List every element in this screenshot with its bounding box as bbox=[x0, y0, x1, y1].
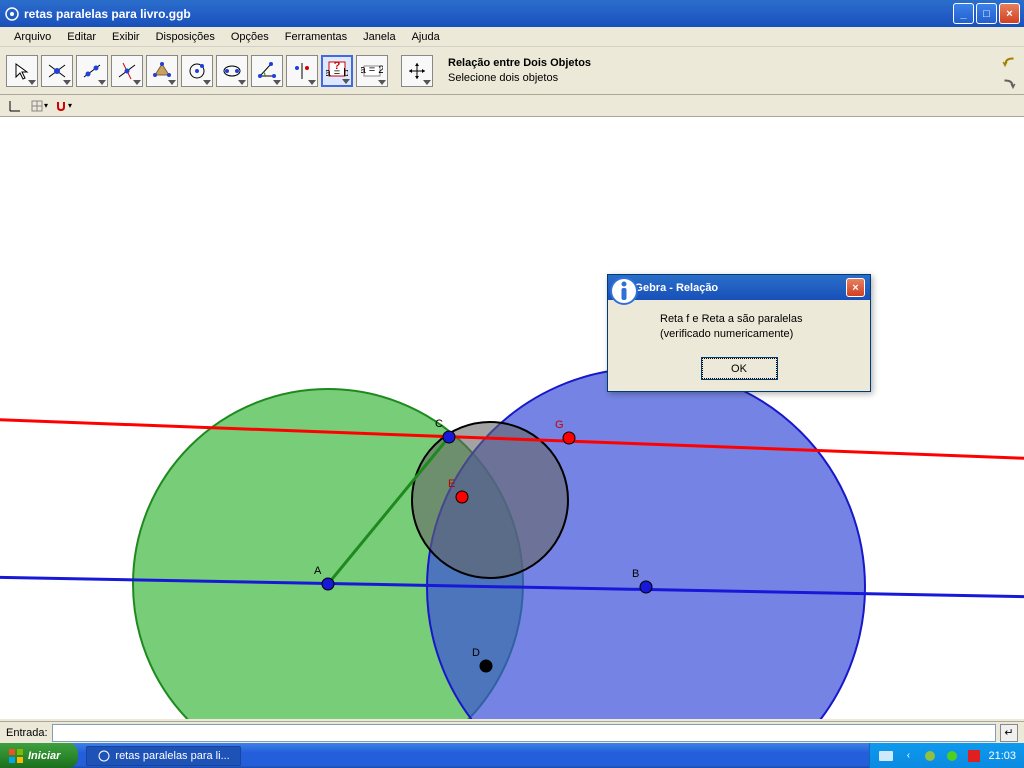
input-label: Entrada: bbox=[6, 727, 48, 739]
magnet-icon[interactable]: ▾ bbox=[54, 97, 72, 115]
dialog-close-button[interactable]: × bbox=[846, 278, 865, 297]
start-button[interactable]: Iniciar bbox=[0, 743, 78, 768]
view-bar: ▾ ▾ bbox=[0, 95, 1024, 117]
redo-icon[interactable] bbox=[1000, 75, 1018, 93]
tool-ellipse[interactable] bbox=[216, 55, 248, 87]
tool-point[interactable] bbox=[41, 55, 73, 87]
tool-move-view[interactable] bbox=[401, 55, 433, 87]
tool-reflect[interactable] bbox=[286, 55, 318, 87]
tool-title: Relação entre Dois Objetos bbox=[448, 56, 591, 70]
tool-slider[interactable]: a = 2 bbox=[356, 55, 388, 87]
point-label-E: E bbox=[448, 478, 455, 490]
menu-bar: Arquivo Editar Exibir Disposições Opções… bbox=[0, 27, 1024, 47]
svg-text:a = b: a = b bbox=[326, 67, 348, 79]
maximize-button[interactable]: □ bbox=[976, 3, 997, 24]
app-icon bbox=[4, 6, 20, 22]
taskbar: Iniciar retas paralelas para li... ‹ 21:… bbox=[0, 743, 1024, 768]
toolbar: ?a = b a = 2 Relação entre Dois Objetos … bbox=[0, 47, 1024, 95]
menu-ferramentas[interactable]: Ferramentas bbox=[277, 29, 355, 45]
tool-relation[interactable]: ?a = b bbox=[321, 55, 353, 87]
menu-arquivo[interactable]: Arquivo bbox=[6, 29, 59, 45]
input-enter-button[interactable]: ↵ bbox=[1000, 724, 1018, 742]
start-label: Iniciar bbox=[28, 750, 60, 762]
tool-description: Relação entre Dois Objetos Selecione doi… bbox=[448, 56, 591, 85]
menu-janela[interactable]: Janela bbox=[355, 29, 403, 45]
menu-ajuda[interactable]: Ajuda bbox=[404, 29, 448, 45]
point-label-B: B bbox=[632, 568, 639, 580]
relation-dialog: GeoGebra - Relação × Reta f e Reta a são… bbox=[607, 274, 871, 392]
ok-button[interactable]: OK bbox=[702, 358, 777, 379]
menu-editar[interactable]: Editar bbox=[59, 29, 104, 45]
menu-opcoes[interactable]: Opções bbox=[223, 29, 277, 45]
tray-msn-icon[interactable] bbox=[922, 748, 938, 764]
svg-text:a = 2: a = 2 bbox=[361, 64, 383, 76]
dialog-line1: Reta f e Reta a são paralelas bbox=[660, 312, 802, 327]
grid-toggle[interactable]: ▾ bbox=[30, 97, 48, 115]
input-bar: Entrada: ↵ bbox=[0, 721, 1024, 743]
minimize-button[interactable]: _ bbox=[953, 3, 974, 24]
tool-perpendicular[interactable] bbox=[111, 55, 143, 87]
taskbar-item[interactable]: retas paralelas para li... bbox=[86, 746, 240, 766]
info-icon bbox=[618, 312, 650, 344]
axes-toggle[interactable] bbox=[6, 97, 24, 115]
tray-clock[interactable]: 21:03 bbox=[988, 750, 1016, 762]
tool-line[interactable] bbox=[76, 55, 108, 87]
close-button[interactable]: × bbox=[999, 3, 1020, 24]
dialog-text: Reta f e Reta a são paralelas (verificad… bbox=[660, 312, 802, 344]
windows-logo-icon bbox=[8, 748, 24, 764]
tool-move[interactable] bbox=[6, 55, 38, 87]
point-label-D: D bbox=[472, 647, 480, 659]
geometry-canvas[interactable]: A B C D E G GeoGebra - Relação × Reta f e Ret… bbox=[0, 117, 1024, 719]
tool-angle[interactable] bbox=[251, 55, 283, 87]
taskbar-item-label: retas paralelas para li... bbox=[115, 750, 229, 762]
tool-polygon[interactable] bbox=[146, 55, 178, 87]
menu-exibir[interactable]: Exibir bbox=[104, 29, 148, 45]
keyboard-icon[interactable] bbox=[878, 748, 894, 764]
dialog-titlebar[interactable]: GeoGebra - Relação × bbox=[608, 275, 870, 300]
tray-avira-icon[interactable] bbox=[966, 748, 982, 764]
menu-disposicoes[interactable]: Disposições bbox=[148, 29, 223, 45]
tool-hint: Selecione dois objetos bbox=[448, 71, 591, 85]
system-tray: ‹ 21:03 bbox=[869, 743, 1024, 768]
point-label-A: A bbox=[314, 565, 322, 577]
window-title: retas paralelas para livro.ggb bbox=[24, 7, 953, 21]
tool-circle[interactable] bbox=[181, 55, 213, 87]
input-field[interactable] bbox=[52, 724, 996, 742]
point-label-C: C bbox=[435, 418, 443, 430]
tray-skype-icon[interactable] bbox=[944, 748, 960, 764]
point-label-G: G bbox=[555, 419, 564, 431]
undo-icon[interactable] bbox=[1000, 53, 1018, 71]
window-titlebar: retas paralelas para livro.ggb _ □ × bbox=[0, 0, 1024, 27]
tray-chevron-icon[interactable]: ‹ bbox=[900, 748, 916, 764]
dialog-line2: (verificado numericamente) bbox=[660, 327, 802, 342]
